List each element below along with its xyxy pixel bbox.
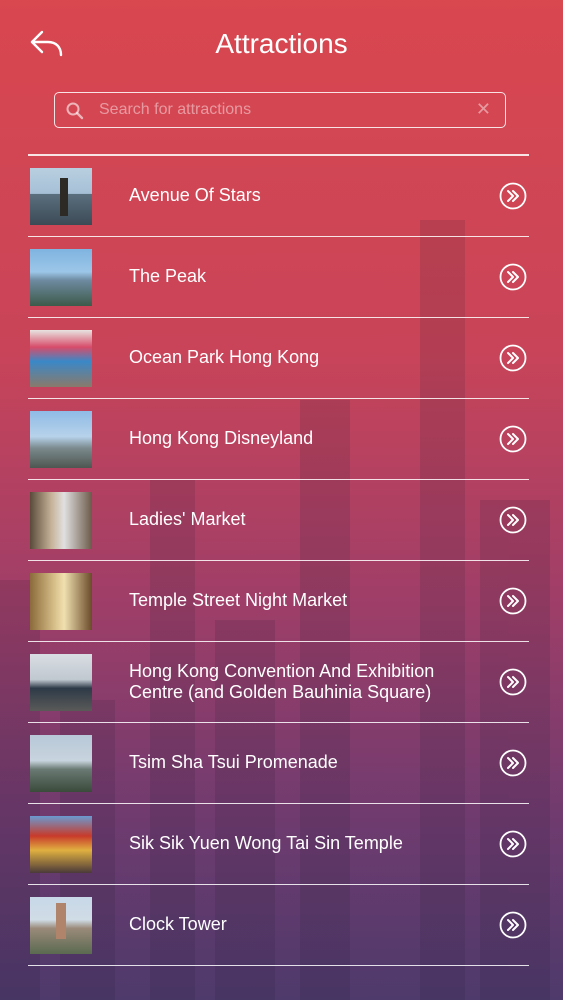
attraction-thumbnail <box>30 896 92 954</box>
attraction-name: Sik Sik Yuen Wong Tai Sin Temple <box>129 833 403 853</box>
attraction-thumbnail <box>30 248 92 306</box>
attraction-thumbnail <box>30 167 92 225</box>
search-icon <box>66 102 84 120</box>
attractions-list: Avenue Of Stars The Peak Ocean Park Hong… <box>28 154 529 966</box>
list-item[interactable]: The Peak <box>28 237 529 318</box>
search-input[interactable] <box>99 93 469 127</box>
chevron-right-circle-icon[interactable] <box>499 182 527 210</box>
attraction-name: Hong Kong Disneyland <box>129 428 314 448</box>
attraction-thumbnail <box>30 329 92 387</box>
list-item[interactable]: Sik Sik Yuen Wong Tai Sin Temple <box>28 804 529 885</box>
chevron-right-circle-icon[interactable] <box>499 506 527 534</box>
chevron-right-circle-icon[interactable] <box>499 911 527 939</box>
attraction-thumbnail <box>30 653 92 711</box>
list-item[interactable]: Ocean Park Hong Kong <box>28 318 529 399</box>
attraction-thumbnail <box>30 410 92 468</box>
attraction-name: Hong Kong Convention And Exhibition Cent… <box>129 660 435 702</box>
list-item[interactable]: Ladies' Market <box>28 480 529 561</box>
chevron-right-circle-icon[interactable] <box>499 344 527 372</box>
list-item[interactable]: Tsim Sha Tsui Promenade <box>28 723 529 804</box>
attraction-name: Avenue Of Stars <box>129 185 261 205</box>
clear-x-icon[interactable]: ✕ <box>476 99 491 120</box>
attraction-thumbnail <box>30 572 92 630</box>
attraction-name: Ladies' Market <box>129 509 246 529</box>
page-title: Attractions <box>215 28 348 59</box>
attraction-thumbnail <box>30 815 92 873</box>
search-bar: ✕ <box>54 92 506 128</box>
list-item[interactable]: Clock Tower <box>28 885 529 966</box>
chevron-right-circle-icon[interactable] <box>499 749 527 777</box>
list-item[interactable]: Hong Kong Convention And Exhibition Cent… <box>28 642 529 723</box>
chevron-right-circle-icon[interactable] <box>499 425 527 453</box>
chevron-right-circle-icon[interactable] <box>499 830 527 858</box>
attraction-name: Clock Tower <box>129 914 227 934</box>
list-item[interactable]: Avenue Of Stars <box>28 156 529 237</box>
attraction-name: Tsim Sha Tsui Promenade <box>129 752 338 772</box>
attraction-thumbnail <box>30 734 92 792</box>
list-item[interactable]: Hong Kong Disneyland <box>28 399 529 480</box>
attraction-name: Temple Street Night Market <box>129 590 348 610</box>
attraction-name: The Peak <box>129 266 207 286</box>
attraction-thumbnail <box>30 491 92 549</box>
chevron-right-circle-icon[interactable] <box>499 587 527 615</box>
list-item[interactable]: Temple Street Night Market <box>28 561 529 642</box>
header: Attractions <box>0 0 563 90</box>
chevron-right-circle-icon[interactable] <box>499 263 527 291</box>
chevron-right-circle-icon[interactable] <box>499 668 527 696</box>
attraction-name: Ocean Park Hong Kong <box>129 347 320 367</box>
